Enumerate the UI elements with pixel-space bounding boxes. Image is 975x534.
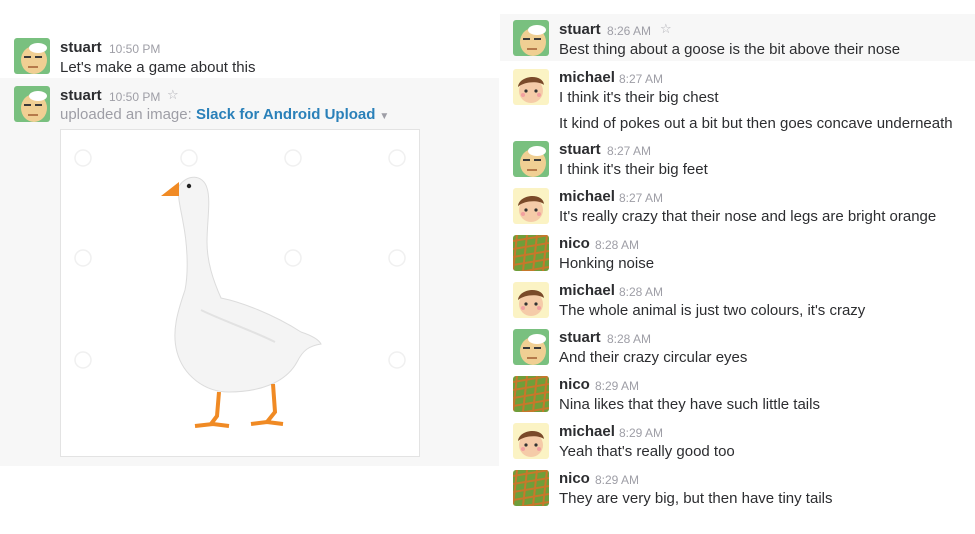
right-chat-panel: stuart 8:26 AM ☆ Best thing about a goos… xyxy=(500,14,975,514)
message: michael 8:27 AM It's really crazy that t… xyxy=(500,185,975,232)
star-icon[interactable]: ☆ xyxy=(167,87,179,103)
avatar-nico[interactable] xyxy=(513,376,549,412)
avatar-michael[interactable] xyxy=(513,69,549,105)
message-text: The whole animal is just two colours, it… xyxy=(559,302,866,319)
avatar-stuart[interactable] xyxy=(14,38,50,74)
timestamp[interactable]: 8:26 AM xyxy=(607,24,651,38)
username[interactable]: nico xyxy=(559,470,590,487)
timestamp[interactable]: 8:28 AM xyxy=(595,238,639,252)
message-text: Let's make a game about this xyxy=(60,59,256,76)
username[interactable]: stuart xyxy=(60,87,102,104)
username[interactable]: nico xyxy=(559,376,590,393)
message-text: They are very big, but then have tiny ta… xyxy=(559,490,833,507)
message-text: I think it's their big chest xyxy=(559,89,719,106)
username[interactable]: michael xyxy=(559,282,615,299)
username[interactable]: stuart xyxy=(559,329,601,346)
left-chat-panel: stuart 10:50 PM Let's make a game about … xyxy=(0,30,499,466)
chevron-down-icon[interactable]: ▼ xyxy=(379,111,389,122)
username[interactable]: stuart xyxy=(559,141,601,158)
message: stuart 8:27 AM I think it's their big fe… xyxy=(500,138,975,185)
timestamp[interactable]: 8:29 AM xyxy=(595,379,639,393)
star-icon[interactable]: ☆ xyxy=(660,21,672,37)
message: stuart 8:26 AM ☆ Best thing about a goos… xyxy=(500,14,975,61)
message: michael 8:29 AM Yeah that's really good … xyxy=(500,420,975,467)
message: stuart 8:28 AM And their crazy circular … xyxy=(500,326,975,373)
avatar-stuart[interactable] xyxy=(14,86,50,122)
upload-line: uploaded an image: Slack for Android Upl… xyxy=(60,106,389,123)
timestamp[interactable]: 8:29 AM xyxy=(619,426,663,440)
username[interactable]: michael xyxy=(559,69,615,86)
message-text: It's really crazy that their nose and le… xyxy=(559,208,937,225)
username[interactable]: michael xyxy=(559,423,615,440)
avatar-stuart[interactable] xyxy=(513,329,549,365)
message: nico 8:28 AM Honking noise xyxy=(500,232,975,279)
avatar-michael[interactable] xyxy=(513,423,549,459)
username[interactable]: stuart xyxy=(60,39,102,56)
message-text: It kind of pokes out a bit but then goes… xyxy=(559,115,953,132)
message-text: Yeah that's really good too xyxy=(559,443,735,460)
message-text: And their crazy circular eyes xyxy=(559,349,748,366)
timestamp[interactable]: 10:50 PM xyxy=(109,42,160,56)
avatar-stuart[interactable] xyxy=(513,20,549,56)
timestamp[interactable]: 10:50 PM xyxy=(109,90,160,104)
message-upload: stuart 10:50 PM ☆ uploaded an image: Sla… xyxy=(0,78,499,466)
timestamp[interactable]: 8:28 AM xyxy=(619,285,663,299)
avatar-nico[interactable] xyxy=(513,235,549,271)
username[interactable]: michael xyxy=(559,188,615,205)
message-text: Nina likes that they have such little ta… xyxy=(559,396,820,413)
avatar-michael[interactable] xyxy=(513,188,549,224)
message: nico 8:29 AM Nina likes that they have s… xyxy=(500,373,975,420)
message-text: Best thing about a goose is the bit abov… xyxy=(559,41,901,58)
message: michael 8:27 AM I think it's their big c… xyxy=(500,64,975,136)
avatar-stuart[interactable] xyxy=(513,141,549,177)
username[interactable]: nico xyxy=(559,235,590,252)
timestamp[interactable]: 8:29 AM xyxy=(595,473,639,487)
upload-prefix: uploaded an image: xyxy=(60,106,192,123)
username[interactable]: stuart xyxy=(559,21,601,38)
avatar-nico[interactable] xyxy=(513,470,549,506)
message-text: Honking noise xyxy=(559,255,655,272)
uploaded-image-goose[interactable] xyxy=(60,129,420,457)
timestamp[interactable]: 8:28 AM xyxy=(607,332,651,346)
message: stuart 10:50 PM Let's make a game about … xyxy=(0,30,499,76)
message-text: I think it's their big feet xyxy=(559,161,708,178)
timestamp[interactable]: 8:27 AM xyxy=(607,144,651,158)
message: nico 8:29 AM They are very big, but then… xyxy=(500,467,975,514)
avatar-michael[interactable] xyxy=(513,282,549,318)
upload-title-link[interactable]: Slack for Android Upload xyxy=(196,106,375,123)
timestamp[interactable]: 8:27 AM xyxy=(619,191,663,205)
message: michael 8:28 AM The whole animal is just… xyxy=(500,279,975,326)
timestamp[interactable]: 8:27 AM xyxy=(619,72,663,86)
